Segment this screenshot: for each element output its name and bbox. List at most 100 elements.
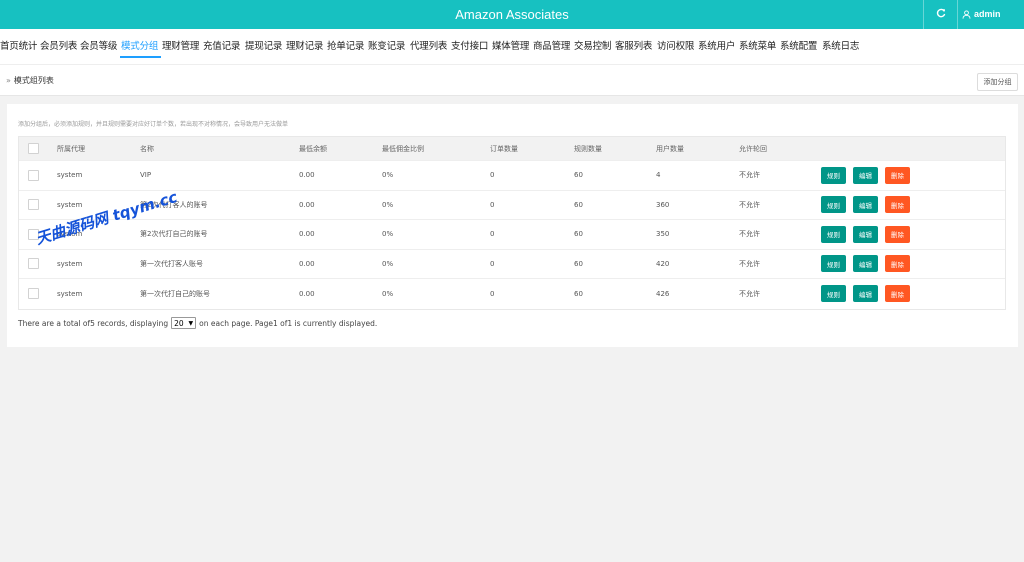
edit-button[interactable]: 编辑 <box>853 255 878 273</box>
cell-name: VIP <box>140 171 152 180</box>
rules-button[interactable]: 规则 <box>821 225 846 243</box>
nav-item[interactable]: 系统日志 <box>822 38 859 52</box>
table-row: system 第一次代打客人账号 0.00 0% 0 60 420 不允许 规则 编辑 删除 <box>19 250 1005 279</box>
nav-item[interactable]: 代理列表 <box>410 38 447 52</box>
nav-item[interactable]: 商品管理 <box>533 38 570 52</box>
row-checkbox[interactable] <box>28 288 39 300</box>
cell-cycle: 不允许 <box>739 200 760 209</box>
nav-item[interactable]: 系统菜单 <box>739 38 776 52</box>
app-title: Amazon Associates <box>455 7 569 22</box>
row-checkbox[interactable] <box>28 258 39 270</box>
column-header: 订单数量 <box>490 144 518 153</box>
column-header: 规则数量 <box>574 144 602 153</box>
rules-button[interactable]: 规则 <box>821 196 846 214</box>
rules-button[interactable]: 规则 <box>821 285 846 303</box>
delete-button[interactable]: 删除 <box>885 255 910 273</box>
cell-cycle: 不允许 <box>739 289 760 298</box>
top-bar: Amazon Associates admin <box>0 0 1024 29</box>
cell-name: 第一次代打客人账号 <box>140 259 203 268</box>
hint-text: 添加分组后，必须添加规则，并且规则需要对应好订单个数，若出现不对称情况，会导致用… <box>18 121 289 128</box>
refresh-icon[interactable] <box>927 0 955 29</box>
nav-item[interactable]: 客服列表 <box>615 38 652 52</box>
cell-min-balance: 0.00 <box>299 259 315 268</box>
add-group-button[interactable]: 添加分组 <box>977 73 1018 91</box>
cell-agent: system <box>57 171 83 180</box>
user-menu[interactable]: admin <box>962 0 1001 29</box>
rules-button[interactable]: 规则 <box>821 255 846 273</box>
nav-item[interactable]: 首页统计 <box>0 38 37 52</box>
edit-button[interactable]: 编辑 <box>853 166 878 184</box>
cell-min-balance: 0.00 <box>299 289 315 298</box>
edit-button[interactable]: 编辑 <box>853 285 878 303</box>
row-checkbox-cell <box>28 250 39 279</box>
delete-button[interactable]: 删除 <box>885 285 910 303</box>
nav-item[interactable]: 交易控制 <box>574 38 611 52</box>
nav-item[interactable]: 账变记录 <box>368 38 405 52</box>
breadcrumb-bar: » 模式组列表 添加分组 <box>0 64 1024 96</box>
nav-item[interactable]: 充值记录 <box>203 38 240 52</box>
cell-orders: 0 <box>490 230 495 239</box>
nav-item[interactable]: 访问权限 <box>657 38 694 52</box>
nav-item[interactable]: 模式分组 <box>121 38 158 52</box>
cell-agent: system <box>57 289 83 298</box>
row-checkbox[interactable] <box>28 199 39 211</box>
nav-item[interactable]: 系统用户 <box>698 38 735 52</box>
row-actions: 规则 编辑 删除 <box>821 191 910 220</box>
nav-item[interactable]: 提现记录 <box>245 38 282 52</box>
breadcrumb: » 模式组列表 <box>6 75 54 86</box>
select-all-checkbox[interactable] <box>28 143 39 154</box>
cell-cycle: 不允许 <box>739 171 760 180</box>
cell-rules: 60 <box>574 259 583 268</box>
cell-rules: 60 <box>574 171 583 180</box>
delete-button[interactable]: 删除 <box>885 196 910 214</box>
cell-min-commission: 0% <box>382 171 394 180</box>
nav-item[interactable]: 媒体管理 <box>492 38 529 52</box>
cell-orders: 0 <box>490 171 495 180</box>
cell-users: 4 <box>656 171 661 180</box>
cell-name: 第一次代打自己的账号 <box>140 289 210 298</box>
nav-item[interactable]: 抢单记录 <box>327 38 364 52</box>
page-size-select[interactable]: 20 ▼ <box>171 317 197 329</box>
edit-button[interactable]: 编辑 <box>853 196 878 214</box>
cell-min-commission: 0% <box>382 200 394 209</box>
rules-button[interactable]: 规则 <box>821 166 846 184</box>
nav-item[interactable]: 支付接口 <box>451 38 488 52</box>
row-checkbox-cell <box>28 191 39 220</box>
cell-min-balance: 0.00 <box>299 230 315 239</box>
delete-button[interactable]: 删除 <box>885 225 910 243</box>
select-all-checkbox-cell <box>28 137 39 160</box>
column-header: 最低余额 <box>299 144 327 153</box>
column-header: 最低佣金比例 <box>382 144 424 153</box>
breadcrumb-arrow-icon: » <box>6 76 11 85</box>
page-size-value: 20 <box>174 318 184 328</box>
row-checkbox[interactable] <box>28 169 39 181</box>
cell-users: 360 <box>656 200 670 209</box>
nav-item[interactable]: 系统配置 <box>780 38 817 52</box>
cell-min-commission: 0% <box>382 259 394 268</box>
cell-orders: 0 <box>490 200 495 209</box>
nav-item[interactable]: 理财管理 <box>162 38 199 52</box>
cell-orders: 0 <box>490 289 495 298</box>
nav-item[interactable]: 会员等级 <box>80 38 117 52</box>
row-actions: 规则 编辑 删除 <box>821 250 910 279</box>
column-header: 允许轮回 <box>739 144 767 153</box>
chevron-down-icon: ▼ <box>188 319 194 327</box>
group-table: 所属代理 名称 最低余额 最低佣金比例 订单数量 规则数量 用户数量 允许轮回 system VI… <box>18 136 1006 310</box>
cell-cycle: 不允许 <box>739 230 760 239</box>
cell-min-balance: 0.00 <box>299 171 315 180</box>
table-row: system VIP 0.00 0% 0 60 4 不允许 规则 编辑 删除 <box>19 161 1005 191</box>
row-checkbox-cell <box>28 161 39 190</box>
delete-button[interactable]: 删除 <box>885 166 910 184</box>
nav-item[interactable]: 理财记录 <box>286 38 323 52</box>
breadcrumb-title: 模式组列表 <box>13 76 54 85</box>
cell-rules: 60 <box>574 200 583 209</box>
cell-min-balance: 0.00 <box>299 200 315 209</box>
cell-users: 426 <box>656 289 670 298</box>
cell-rules: 60 <box>574 230 583 239</box>
cell-orders: 0 <box>490 259 495 268</box>
topbar-divider <box>923 0 924 29</box>
nav-item[interactable]: 会员列表 <box>40 38 77 52</box>
pager-text-before: There are a total of5 records, displayin… <box>18 318 169 328</box>
cell-min-commission: 0% <box>382 289 394 298</box>
edit-button[interactable]: 编辑 <box>853 225 878 243</box>
